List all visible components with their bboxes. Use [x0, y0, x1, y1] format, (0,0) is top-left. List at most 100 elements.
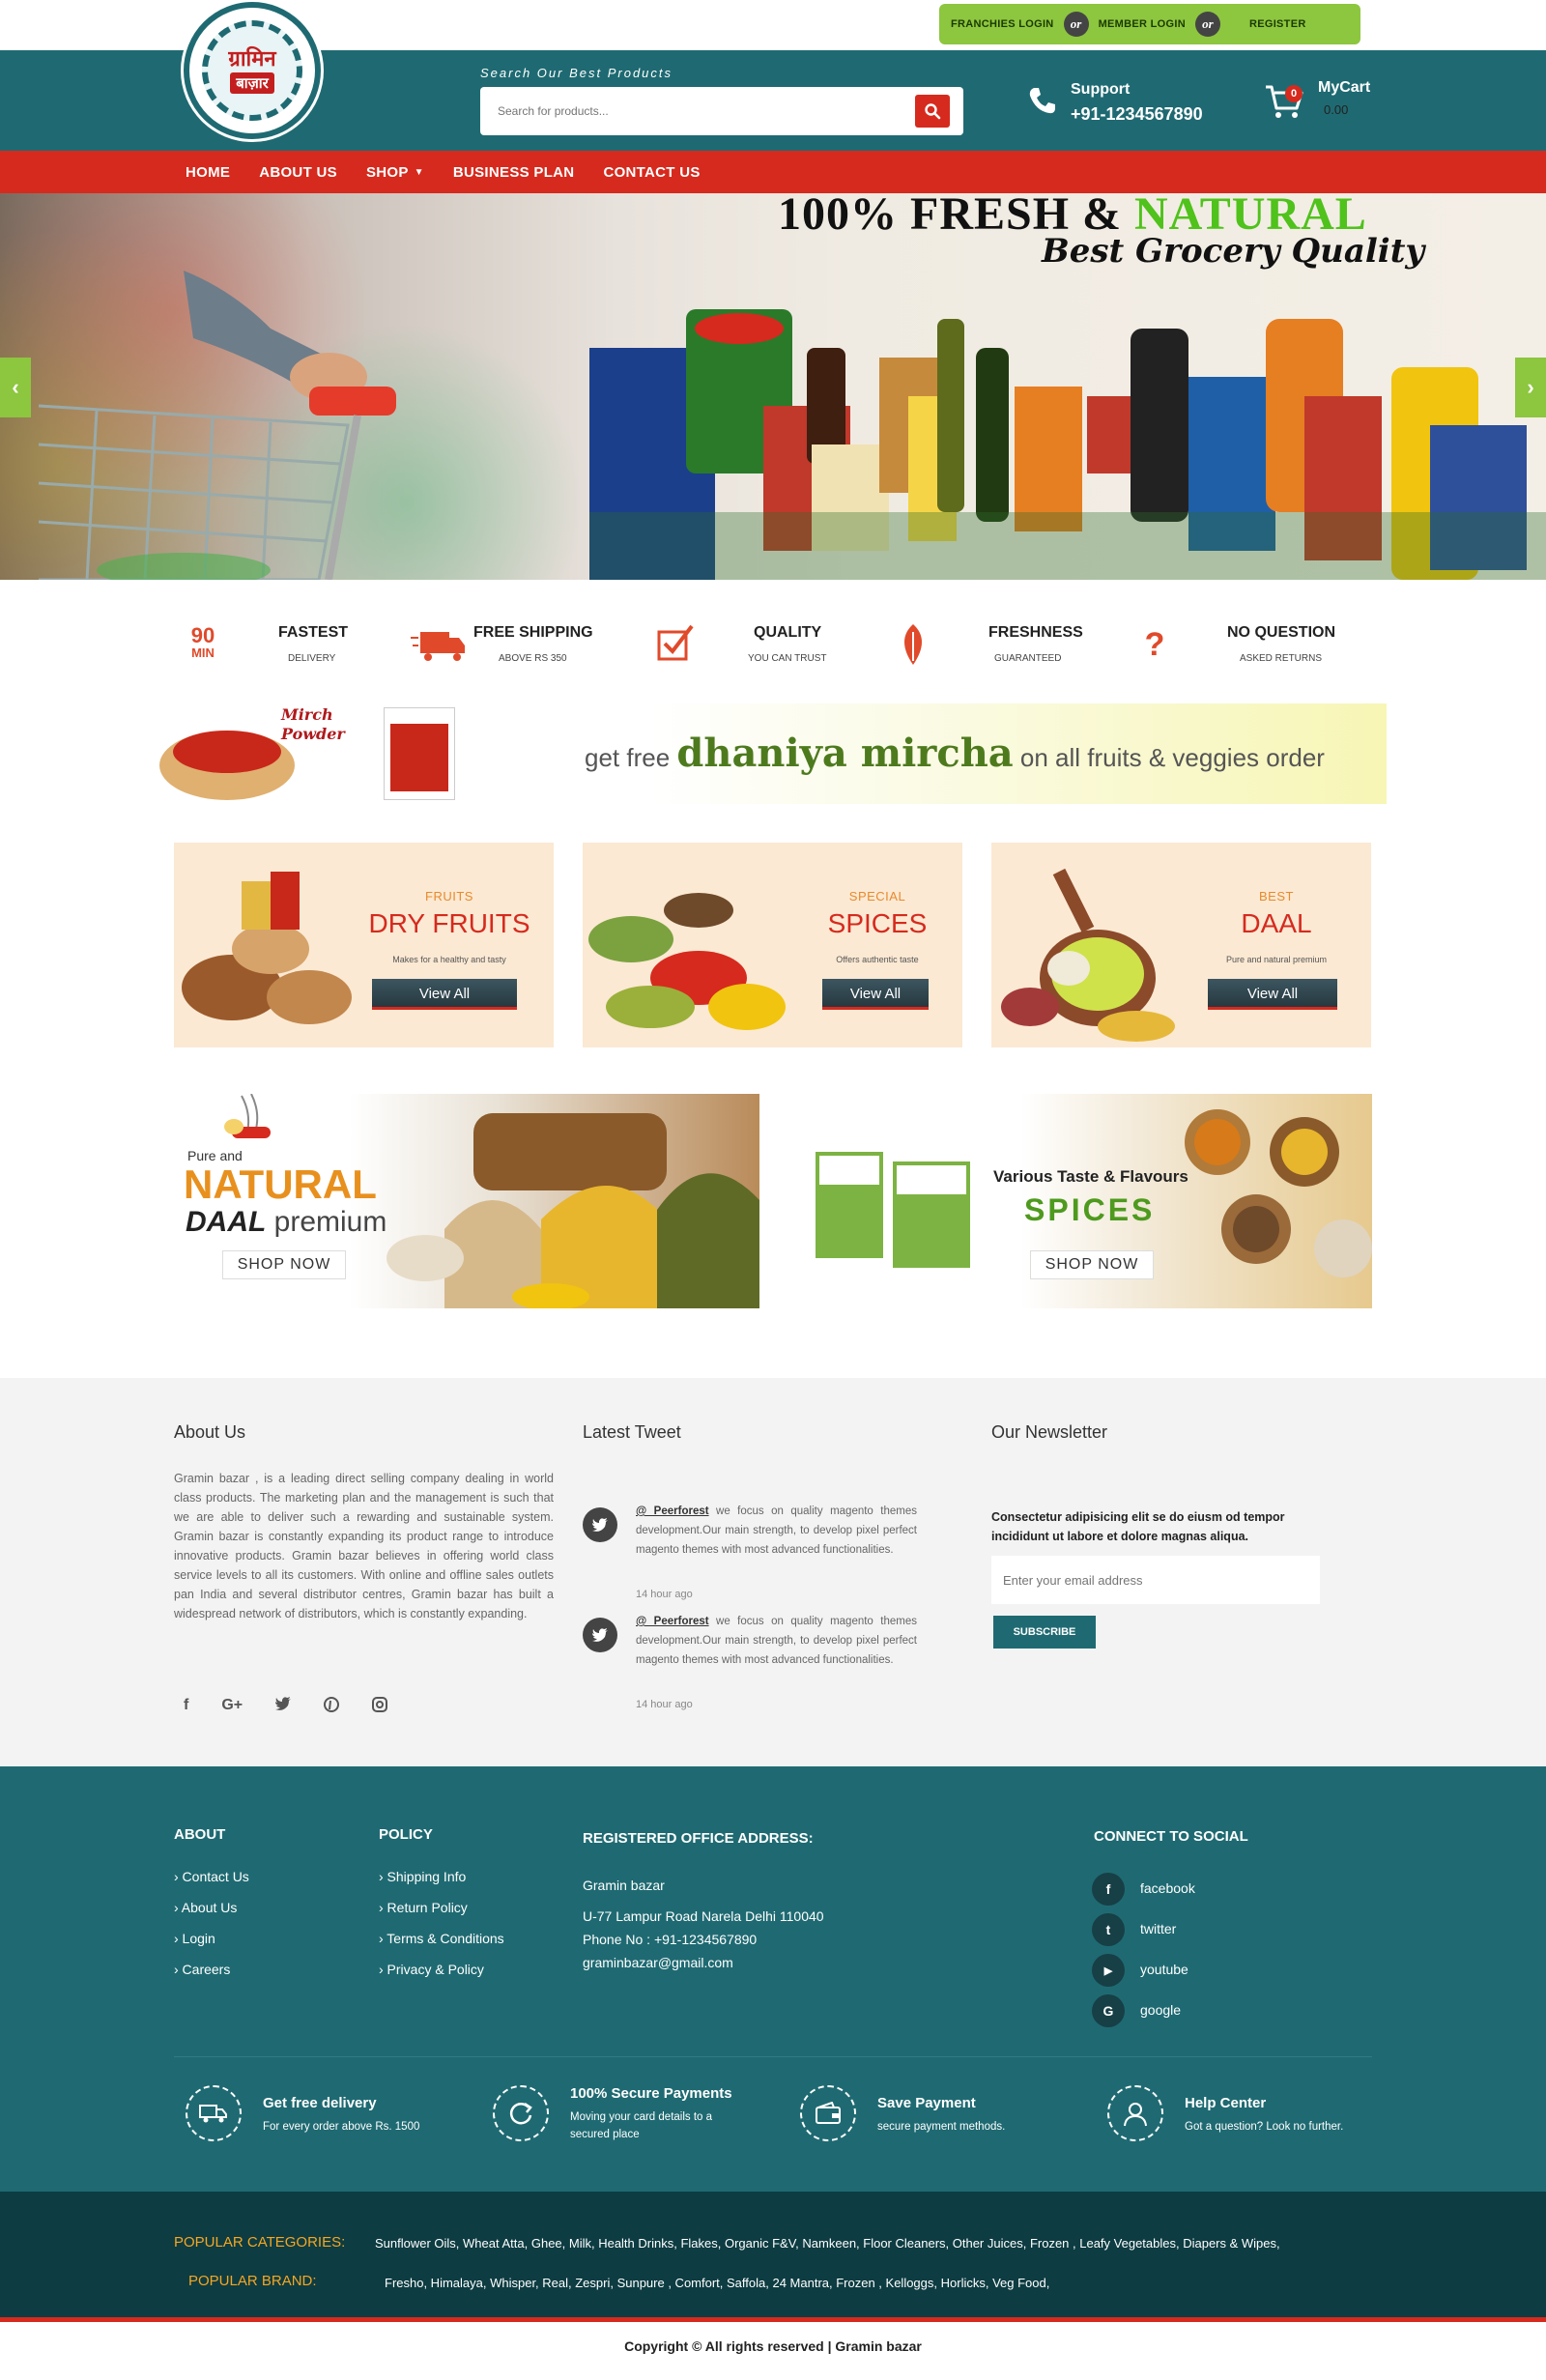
- footer-policy-heading: POLICY: [379, 1826, 433, 1843]
- pinterest-icon[interactable]: [324, 1697, 340, 1717]
- footer: ABOUT › Contact Us › About Us › Login › …: [0, 1766, 1546, 2192]
- feature-sub: ABOVE RS 350: [499, 653, 567, 664]
- badge-top: 90: [190, 623, 215, 647]
- footer-red-line: [0, 2317, 1546, 2322]
- search-caption: Search Our Best Products: [480, 66, 673, 80]
- chevron-right-icon: ›: [1527, 375, 1534, 399]
- tweet-user-link[interactable]: @ Peerforest: [636, 1505, 709, 1517]
- main-nav: HOME ABOUT US SHOP ▼ BUSINESS PLAN CONTAC…: [0, 151, 1546, 193]
- banner-natural-daal[interactable]: Pure and NATURAL DAAL premium SHOP NOW: [174, 1094, 759, 1308]
- phone-icon: [1029, 88, 1055, 114]
- office-email[interactable]: graminbazar@gmail.com: [583, 1951, 824, 1974]
- footer-link-about-us[interactable]: › About Us: [174, 1900, 249, 1931]
- google-icon: G: [1092, 1994, 1125, 2027]
- feature-title: QUALITY: [754, 624, 822, 641]
- question-icon: ?: [1144, 625, 1165, 663]
- tweet-user-link[interactable]: @ Peerforest: [636, 1616, 709, 1627]
- service-sub: For every order above Rs. 1500: [263, 2121, 420, 2133]
- spices-image: [588, 893, 786, 1030]
- office-address: Gramin bazar U-77 Lampur Road Narela Del…: [583, 1874, 824, 1974]
- member-login-link[interactable]: MEMBER LOGIN: [1099, 18, 1186, 30]
- facebook-icon: f: [1092, 1873, 1125, 1906]
- chevron-left-icon: ‹: [12, 375, 19, 399]
- tweet-item: @ Peerforest we focus on quality magento…: [583, 1612, 917, 1710]
- support-phone[interactable]: +91-1234567890: [1071, 104, 1203, 125]
- office-name: Gramin bazar: [583, 1878, 665, 1893]
- office-phone: Phone No : +91-1234567890: [583, 1932, 758, 1947]
- truck-icon: [411, 632, 465, 661]
- twitter-icon[interactable]: [275, 1697, 292, 1717]
- nav-item-home[interactable]: HOME: [186, 164, 230, 181]
- footer-link-terms[interactable]: › Terms & Conditions: [379, 1931, 504, 1962]
- category-card-dry-fruits[interactable]: FRUITS DRY FRUITS Makes for a healthy an…: [174, 843, 554, 1047]
- category-title: DAAL: [1241, 908, 1312, 938]
- footer-link-return-policy[interactable]: › Return Policy: [379, 1900, 504, 1931]
- shopping-cart-illustration: [39, 271, 396, 580]
- 90-min-icon: 90 MIN: [174, 618, 232, 671]
- newsletter-email-input[interactable]: [991, 1556, 1320, 1604]
- promo-banner[interactable]: Mirch Powder get free dhaniya mircha on …: [159, 703, 1387, 804]
- banner-spices[interactable]: Various Taste & Flavours SPICES SHOP NOW: [787, 1094, 1372, 1308]
- nav-label: SHOP: [365, 163, 409, 181]
- twitter-icon: [583, 1618, 617, 1652]
- social-name: facebook: [1140, 1880, 1195, 1896]
- slider-next-button[interactable]: ›: [1515, 358, 1546, 417]
- logo-text-line2: बाज़ार: [230, 72, 274, 94]
- banner-title: SPICES: [1024, 1192, 1156, 1227]
- nav-item-business-plan[interactable]: BUSINESS PLAN: [453, 164, 575, 181]
- wheat-logo-icon: [224, 1094, 271, 1138]
- category-eyebrow: SPECIAL: [848, 889, 906, 903]
- cart-label: MyCart: [1318, 79, 1371, 96]
- feature-sub: DELIVERY: [288, 653, 336, 664]
- shop-now-button[interactable]: SHOP NOW: [222, 1250, 346, 1279]
- footer-policy-links: › Shipping Info › Return Policy › Terms …: [379, 1869, 504, 1993]
- footer-divider: [174, 2056, 1372, 2057]
- google-plus-icon[interactable]: G+: [221, 1697, 243, 1717]
- instagram-icon[interactable]: [372, 1697, 388, 1717]
- nav-item-about-us[interactable]: ABOUT US: [259, 164, 337, 181]
- category-card-daal[interactable]: BEST DAAL Pure and natural premium View …: [991, 843, 1371, 1047]
- popular-brand-list[interactable]: Fresho, Himalaya, Whisper, Real, Zespri,…: [385, 2276, 1049, 2290]
- subscribe-button[interactable]: SUBSCRIBE: [993, 1616, 1096, 1649]
- footer-link-contact-us[interactable]: › Contact Us: [174, 1869, 249, 1900]
- category-title: SPICES: [827, 908, 928, 938]
- about-heading: About Us: [174, 1422, 246, 1442]
- site-logo[interactable]: ग्रामिन बाज़ार: [184, 2, 321, 139]
- service-sub: secure payment methods.: [877, 2121, 1006, 2133]
- social-icons-row: f G+: [184, 1697, 420, 1717]
- promo-text: get free dhaniya mircha on all fruits & …: [585, 731, 1325, 776]
- footer-link-careers[interactable]: › Careers: [174, 1962, 249, 1993]
- service-title: Get free delivery: [263, 2095, 377, 2111]
- nav-item-shop[interactable]: SHOP ▼: [366, 164, 424, 181]
- tweets-heading: Latest Tweet: [583, 1422, 681, 1442]
- feature-quality: QUALITY YOU CAN TRUST: [647, 618, 860, 676]
- popular-categories-list[interactable]: Sunflower Oils, Wheat Atta, Ghee, Milk, …: [375, 2236, 1280, 2251]
- twitter-icon: t: [1092, 1913, 1125, 1946]
- category-title: DRY FRUITS: [368, 908, 530, 938]
- footer-link-login[interactable]: › Login: [174, 1931, 249, 1962]
- search-button[interactable]: [915, 95, 950, 128]
- support-label: Support: [1071, 81, 1131, 98]
- banner-sub-light: premium: [266, 1206, 387, 1238]
- social-name: youtube: [1140, 1962, 1188, 1977]
- nav-label: ABOUT US: [259, 163, 337, 181]
- franchise-login-link[interactable]: FRANCHIES LOGIN: [951, 18, 1054, 30]
- view-all-button[interactable]: View All: [1208, 979, 1337, 1010]
- office-heading: REGISTERED OFFICE ADDRESS:: [583, 1830, 814, 1847]
- search-input[interactable]: [498, 99, 903, 124]
- facebook-icon[interactable]: f: [184, 1697, 188, 1717]
- nav-item-contact-us[interactable]: CONTACT US: [603, 164, 700, 181]
- register-link[interactable]: REGISTER: [1249, 18, 1306, 30]
- service-title: 100% Secure Payments: [570, 2085, 732, 2102]
- popular-categories-heading: POPULAR CATEGORIES:: [174, 2234, 346, 2251]
- dry-fruits-image: [182, 872, 352, 1024]
- shop-now-button[interactable]: SHOP NOW: [1030, 1250, 1154, 1279]
- view-all-button[interactable]: View All: [372, 979, 517, 1010]
- view-all-button[interactable]: View All: [822, 979, 929, 1010]
- mirch-powder-pack: [384, 707, 455, 800]
- category-card-spices[interactable]: SPECIAL SPICES Offers authentic taste Vi…: [583, 843, 962, 1047]
- footer-link-shipping-info[interactable]: › Shipping Info: [379, 1869, 504, 1900]
- nav-label: CONTACT US: [603, 163, 701, 181]
- footer-link-privacy[interactable]: › Privacy & Policy: [379, 1962, 504, 1993]
- slider-prev-button[interactable]: ‹: [0, 358, 31, 417]
